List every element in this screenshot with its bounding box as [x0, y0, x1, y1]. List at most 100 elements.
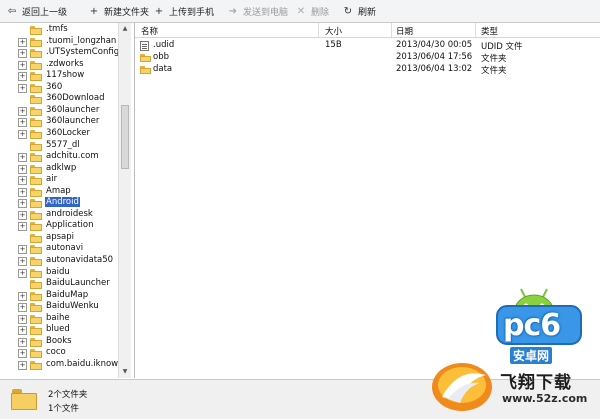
scroll-down-arrow-icon[interactable]: ▼ [120, 367, 130, 377]
tree-item[interactable]: +117show [0, 70, 118, 82]
expand-plus-icon[interactable]: + [18, 349, 27, 359]
expand-plus-icon[interactable]: + [18, 360, 27, 370]
tree-item[interactable]: 360Download [0, 93, 118, 105]
tree-item[interactable]: + autonavi [0, 243, 118, 255]
toolbar-button-3[interactable]: ➜ 发送到电脑 [221, 0, 296, 22]
toolbar-button-4[interactable]: ✕ 删除 [289, 0, 337, 22]
expand-plus-icon[interactable]: + [18, 176, 27, 186]
expand-plus-icon[interactable]: + [18, 118, 27, 128]
cell-type: UDID 文件 [481, 42, 523, 52]
tree-item[interactable]: + Android [0, 197, 118, 209]
expand-plus-icon[interactable]: + [18, 245, 27, 255]
expand-plus-icon[interactable]: + [18, 268, 27, 278]
toolbar: ⇦ 返回上一级 + 新建文件夹 + 上传到手机 ➜ 发送到电脑 ✕ 删除 ↻ 刷新 [0, 0, 600, 23]
column-name[interactable]: 名称 [141, 25, 158, 37]
list-item[interactable]: obb 2013/06/04 17:56 文件夹 [135, 52, 600, 64]
tree-item-label: autonavi [46, 243, 84, 254]
expand-plus-icon[interactable]: + [18, 60, 27, 70]
tree-item[interactable]: + Books [0, 336, 118, 348]
tree-item[interactable]: + .zdworks [0, 59, 118, 71]
folder-icon [30, 360, 42, 370]
cell-name: data [153, 64, 173, 74]
toolbar-button-1[interactable]: + 新建文件夹 [82, 0, 157, 22]
tree-item[interactable]: + adklwp [0, 162, 118, 175]
expand-plus-icon[interactable]: + [18, 187, 27, 197]
tree-item[interactable]: + BaiduMap [0, 290, 118, 302]
expand-plus-icon[interactable]: + [18, 164, 27, 174]
tree-item[interactable]: + adchitu.com [0, 151, 118, 163]
expand-plus-icon[interactable]: + [18, 199, 27, 209]
tree-item-label: 360Download [46, 93, 105, 104]
tree-item[interactable]: +360 [0, 82, 118, 94]
tree-item-label: baidu [46, 266, 70, 277]
tree-item[interactable]: + Application [0, 220, 118, 232]
folder-icon [30, 222, 42, 232]
column-date[interactable]: 日期 [396, 25, 413, 37]
expand-plus-icon[interactable]: + [18, 72, 27, 82]
tree-item[interactable]: + autonavidata50 [0, 255, 118, 267]
tree-item[interactable]: +360launcher [0, 105, 118, 117]
feixiang-title: 飞翔下载 [500, 373, 572, 393]
folder-icon [30, 26, 42, 35]
tree-item[interactable]: + baidu [0, 266, 118, 279]
tree-item[interactable]: + blued [0, 324, 118, 336]
tree-item[interactable]: +360launcher [0, 116, 118, 128]
tree-item[interactable]: + .UTSystemConfig [0, 47, 119, 59]
expand-plus-icon[interactable]: + [18, 291, 27, 301]
tree-item[interactable]: 5577_dl [0, 140, 118, 152]
toolbar-button-2[interactable]: + 上传到手机 [147, 0, 222, 22]
column-separator[interactable] [391, 23, 392, 37]
send-arrow-icon: ➜ [228, 5, 238, 17]
pc6-logo: pc6 [495, 302, 585, 348]
toolbar-button-5[interactable]: ↻ 刷新 [336, 0, 384, 22]
folder-icon [30, 349, 42, 359]
tree-item[interactable]: + coco [0, 347, 118, 359]
expand-plus-icon[interactable]: + [18, 83, 27, 93]
tree-item[interactable]: + .tuomi_longzhan [0, 36, 118, 48]
folder-icon [140, 66, 151, 74]
list-item[interactable]: .udid 15B 2013/04/30 00:05 UDID 文件 [135, 40, 600, 52]
tree-item-label: adklwp [46, 162, 77, 173]
column-separator[interactable] [475, 23, 476, 37]
expand-plus-icon[interactable]: + [18, 257, 27, 266]
expand-plus-icon[interactable]: + [18, 222, 27, 232]
folder-icon [30, 326, 42, 336]
expand-plus-icon[interactable]: + [18, 129, 27, 139]
folder-icon [30, 210, 42, 220]
tree-item[interactable]: apsapi [0, 232, 118, 244]
list-item[interactable]: data 2013/06/04 13:02 文件夹 [135, 64, 600, 76]
tree-item[interactable]: + BaiduWenku [0, 301, 118, 313]
tree-item-label: 117show [46, 70, 85, 81]
expand-plus-icon[interactable]: + [18, 106, 27, 116]
expand-plus-icon[interactable]: + [18, 153, 27, 163]
tree-scrollbar[interactable]: ▲ ▼ [118, 23, 131, 378]
tree-item[interactable]: + Amap [0, 186, 118, 198]
tree-item-label: adchitu.com [46, 151, 99, 162]
expand-plus-icon[interactable]: + [18, 210, 27, 220]
folder-icon [30, 233, 42, 243]
tree-item[interactable]: + air [0, 174, 118, 186]
expand-plus-icon[interactable]: + [18, 314, 27, 324]
folder-icon [30, 164, 42, 174]
anzhuo-badge: 安卓网 [510, 347, 553, 364]
toolbar-button-label: 删除 [311, 7, 330, 18]
column-separator[interactable] [318, 23, 319, 37]
tree-item[interactable]: BaiduLauncher [0, 278, 118, 290]
expand-plus-icon[interactable]: + [18, 303, 27, 313]
tree-item[interactable]: + androidesk [0, 209, 118, 221]
scroll-thumb[interactable] [121, 105, 129, 169]
expand-plus-icon[interactable]: + [18, 337, 27, 347]
tree-item[interactable]: + baihe [0, 313, 118, 325]
column-type[interactable]: 类型 [481, 25, 498, 37]
tree-item[interactable]: +360Locker [0, 128, 118, 140]
toolbar-button-0[interactable]: ⇦ 返回上一级 [0, 0, 75, 22]
folder-icon [30, 129, 42, 139]
column-size[interactable]: 大小 [325, 25, 342, 37]
tree-item[interactable]: + com.baidu.iknow [0, 359, 118, 371]
scroll-up-arrow-icon[interactable]: ▲ [120, 24, 130, 34]
expand-plus-icon[interactable]: + [18, 49, 27, 59]
tree-item[interactable]: .tmfs [0, 24, 118, 36]
expand-plus-icon[interactable]: + [18, 326, 27, 336]
watermark-url: www.52z.com [502, 392, 588, 405]
expand-plus-icon[interactable]: + [18, 37, 27, 47]
